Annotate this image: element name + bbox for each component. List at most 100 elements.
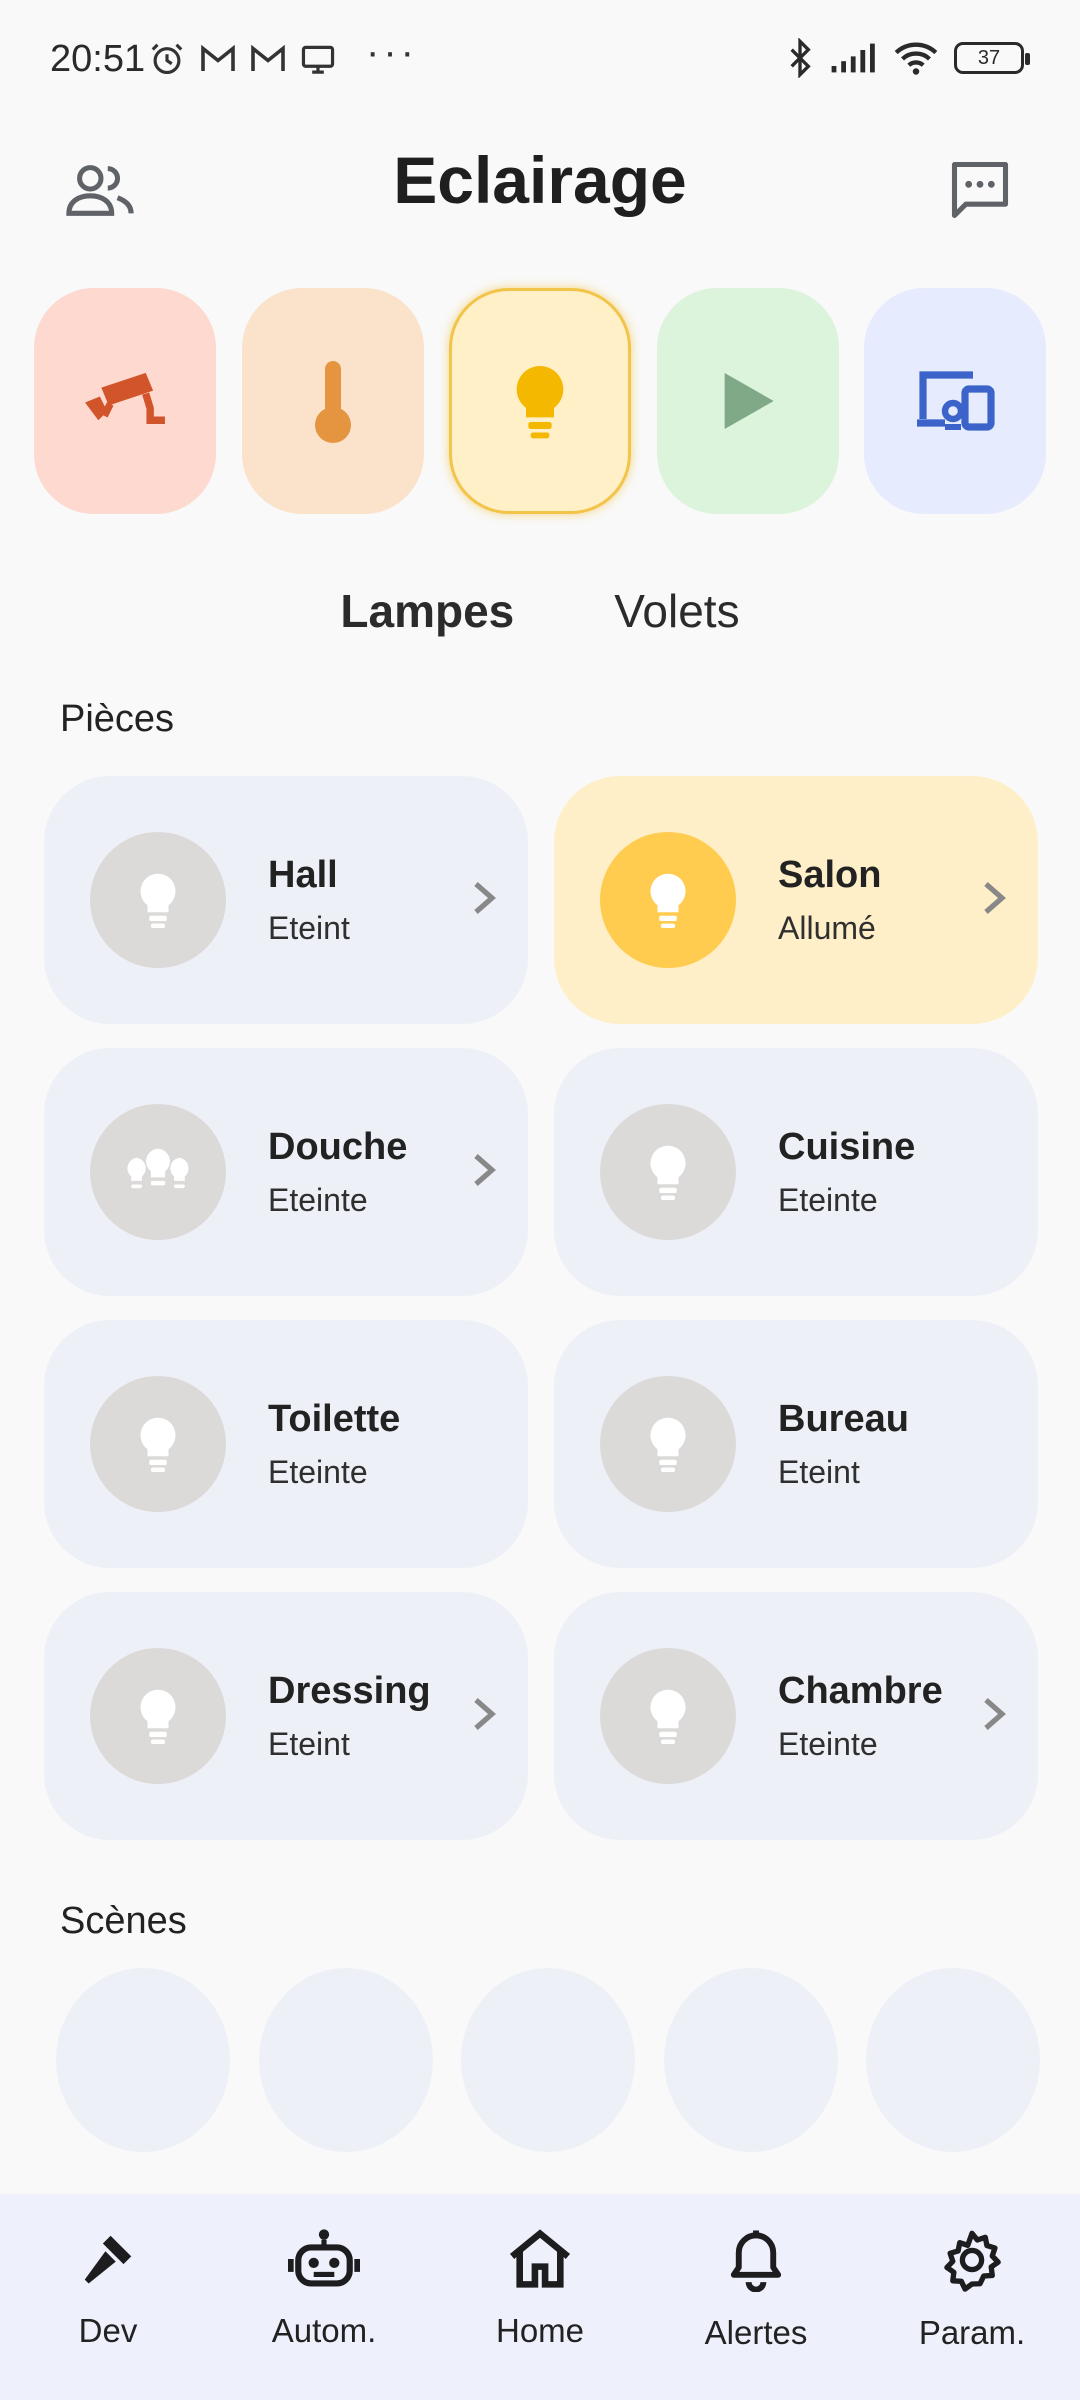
- room-card-toilette[interactable]: Toilette Eteinte: [44, 1320, 528, 1568]
- multi-bulb-icon: [127, 1148, 189, 1189]
- robot-icon: [288, 2229, 360, 2287]
- category-temperature[interactable]: [241, 288, 424, 514]
- lightbulb-icon: [140, 873, 176, 928]
- scene-placeholder[interactable]: [56, 1968, 230, 2152]
- gear-icon: [944, 2230, 1001, 2292]
- messages-button[interactable]: [940, 150, 1020, 230]
- lightbulb-icon: [516, 366, 564, 439]
- room-name: Toilette: [268, 1398, 401, 1440]
- message-icon: [951, 161, 1009, 219]
- room-name: Chambre: [778, 1670, 943, 1712]
- nav-autom[interactable]: Autom.: [224, 2194, 424, 2400]
- room-name: Hall: [268, 854, 338, 896]
- bulb-toggle[interactable]: [90, 1104, 226, 1240]
- room-state: Eteinte: [778, 1726, 878, 1762]
- lightbulb-icon: [650, 873, 686, 928]
- category-lighting[interactable]: [449, 288, 631, 514]
- gmail-icon: [251, 44, 285, 71]
- bulb-toggle[interactable]: [90, 1376, 226, 1512]
- room-name: Douche: [268, 1126, 408, 1168]
- scene-placeholder[interactable]: [663, 1968, 838, 2152]
- nav-label: Alertes: [704, 2314, 808, 2351]
- bulb-toggle[interactable]: [600, 832, 736, 968]
- category-bar: [34, 288, 1046, 514]
- scene-placeholder[interactable]: [258, 1968, 433, 2152]
- nav-alertes[interactable]: Alertes: [656, 2194, 856, 2400]
- rooms-section-title: Pièces: [60, 698, 175, 740]
- signal-icon: [831, 43, 875, 73]
- nav-label: Home: [495, 2312, 585, 2349]
- home-icon: [509, 2229, 571, 2288]
- scenes-section-title: Scènes: [60, 1900, 187, 1942]
- battery-icon: 37: [954, 42, 1030, 74]
- category-devices[interactable]: [864, 288, 1046, 514]
- room-state: Eteint: [268, 1726, 350, 1762]
- tab-lampes[interactable]: Lampes: [340, 584, 514, 638]
- system-icons: 37: [786, 38, 1030, 78]
- more-notifications-icon: ···: [366, 30, 418, 74]
- bluetooth-icon: [790, 38, 811, 78]
- nav-param[interactable]: Param.: [872, 2194, 1072, 2400]
- nav-label: Dev: [78, 2312, 138, 2349]
- room-card-bureau[interactable]: Bureau Eteint: [554, 1320, 1038, 1568]
- chevron-right-icon: [984, 882, 1006, 914]
- wifi-icon: [894, 42, 938, 75]
- room-card-cuisine[interactable]: Cuisine Eteinte: [554, 1048, 1038, 1296]
- nav-dev[interactable]: Dev: [8, 2194, 208, 2400]
- scene-placeholder[interactable]: [461, 1968, 635, 2152]
- battery-level: 37: [977, 46, 1001, 69]
- category-security[interactable]: [34, 288, 216, 514]
- chevron-right-icon: [474, 1154, 496, 1186]
- room-state: Eteinte: [268, 1454, 368, 1490]
- bulb-toggle[interactable]: [600, 1376, 736, 1512]
- scene-placeholder[interactable]: [866, 1968, 1040, 2152]
- page-title: Eclairage: [393, 143, 687, 217]
- bell-icon: [730, 2230, 782, 2292]
- notification-icons: [148, 40, 336, 78]
- bulb-toggle[interactable]: [90, 832, 226, 968]
- room-state: Eteinte: [778, 1182, 878, 1218]
- screen-cast-icon: [301, 45, 335, 74]
- room-state: Eteinte: [268, 1182, 368, 1218]
- scenes-row: [56, 1968, 1040, 2152]
- lightbulb-icon: [650, 1417, 686, 1472]
- hammer-icon: [84, 2235, 132, 2284]
- chevron-right-icon: [984, 1698, 1006, 1730]
- chevron-right-icon: [474, 1698, 496, 1730]
- room-card-salon[interactable]: Salon Allumé: [554, 776, 1038, 1024]
- lightbulb-icon: [650, 1145, 686, 1200]
- room-state: Eteint: [778, 1454, 860, 1490]
- status-bar: 20:51 ··· 37: [0, 0, 1080, 120]
- room-card-dressing[interactable]: Dressing Eteint: [44, 1592, 528, 1840]
- segment-tabs: Lampes Volets: [0, 584, 1080, 638]
- room-name: Dressing: [268, 1670, 431, 1712]
- room-name: Bureau: [778, 1398, 909, 1440]
- gmail-icon: [201, 44, 235, 71]
- room-card-hall[interactable]: Hall Eteint: [44, 776, 528, 1024]
- tab-volets[interactable]: Volets: [614, 584, 739, 638]
- lightbulb-icon: [650, 1689, 686, 1744]
- nav-label: Autom.: [271, 2312, 377, 2349]
- devices-icon: [917, 371, 995, 431]
- category-media[interactable]: [656, 288, 839, 514]
- lightbulb-icon: [140, 1689, 176, 1744]
- thermometer-icon: [314, 361, 351, 443]
- room-name: Cuisine: [778, 1126, 916, 1168]
- bulb-toggle[interactable]: [600, 1648, 736, 1784]
- nav-label: Param.: [918, 2314, 1026, 2351]
- room-card-douche[interactable]: Douche Eteinte: [44, 1048, 528, 1296]
- status-time: 20:51: [50, 38, 146, 80]
- nav-home[interactable]: Home: [440, 2194, 640, 2400]
- alarm-icon: [151, 43, 183, 75]
- security-camera-icon: [85, 372, 165, 424]
- room-card-chambre[interactable]: Chambre Eteinte: [554, 1592, 1038, 1840]
- chevron-right-icon: [474, 882, 496, 914]
- play-icon: [724, 373, 774, 429]
- bottom-nav: Dev Autom. Home Alertes Param.: [0, 2194, 1080, 2400]
- rooms-grid: Hall Eteint Salon Allumé Douche Eteinte …: [44, 776, 1038, 1840]
- room-name: Salon: [778, 854, 882, 896]
- bulb-toggle[interactable]: [90, 1648, 226, 1784]
- bulb-toggle[interactable]: [600, 1104, 736, 1240]
- room-state: Eteint: [268, 910, 350, 946]
- lightbulb-icon: [140, 1417, 176, 1472]
